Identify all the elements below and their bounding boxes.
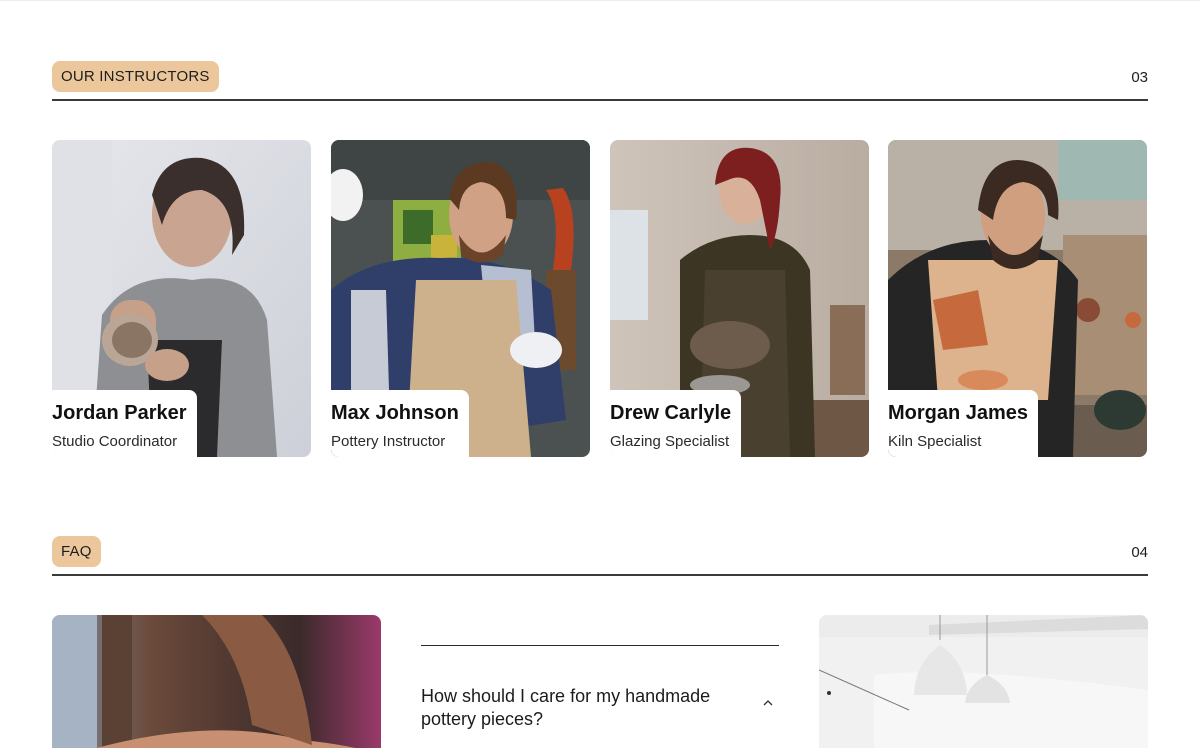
instructor-card[interactable]: Max Johnson Pottery Instructor xyxy=(331,140,590,457)
instructors-grid: Jordan Parker Studio Coordinator Max Joh… xyxy=(52,140,1148,457)
instructor-role: Studio Coordinator xyxy=(52,433,178,450)
instructor-name: Drew Carlyle xyxy=(610,402,732,424)
instructors-section-tag: OUR INSTRUCTORS xyxy=(52,61,219,92)
faq-section-number: 04 xyxy=(1131,544,1148,561)
pottery-photo xyxy=(52,615,381,748)
instructor-name: Jordan Parker xyxy=(52,402,187,424)
instructor-role: Glazing Specialist xyxy=(610,433,730,450)
faq-question: How should I care for my handmade potter… xyxy=(421,686,711,729)
faq-list: How should I care for my handmade potter… xyxy=(421,645,779,729)
instructor-role: Pottery Instructor xyxy=(331,433,446,450)
instructor-label: Morgan James Kiln Specialist xyxy=(888,390,1039,457)
instructor-name: Morgan James xyxy=(888,402,1029,424)
chevron-up-icon[interactable] xyxy=(761,696,775,710)
instructor-label: Drew Carlyle Glazing Specialist xyxy=(610,390,742,457)
instructor-role: Kiln Specialist xyxy=(888,433,982,450)
studio-photo xyxy=(819,615,1148,748)
faq-top-divider xyxy=(421,645,779,646)
instructors-section-number: 03 xyxy=(1131,69,1148,86)
instructor-card[interactable]: Morgan James Kiln Specialist xyxy=(888,140,1147,457)
top-divider xyxy=(0,0,1200,1)
instructor-label: Jordan Parker Studio Coordinator xyxy=(52,390,197,457)
instructors-section-divider xyxy=(52,99,1148,101)
instructor-name: Max Johnson xyxy=(331,402,459,424)
faq-section-tag: FAQ xyxy=(52,536,101,567)
faq-image-right xyxy=(819,615,1148,748)
faq-image-left xyxy=(52,615,381,748)
faq-section-divider xyxy=(52,574,1148,576)
instructor-card[interactable]: Jordan Parker Studio Coordinator xyxy=(52,140,311,457)
instructor-label: Max Johnson Pottery Instructor xyxy=(331,390,469,457)
faq-item[interactable]: How should I care for my handmade potter… xyxy=(421,685,779,731)
instructor-card[interactable]: Drew Carlyle Glazing Specialist xyxy=(610,140,869,457)
